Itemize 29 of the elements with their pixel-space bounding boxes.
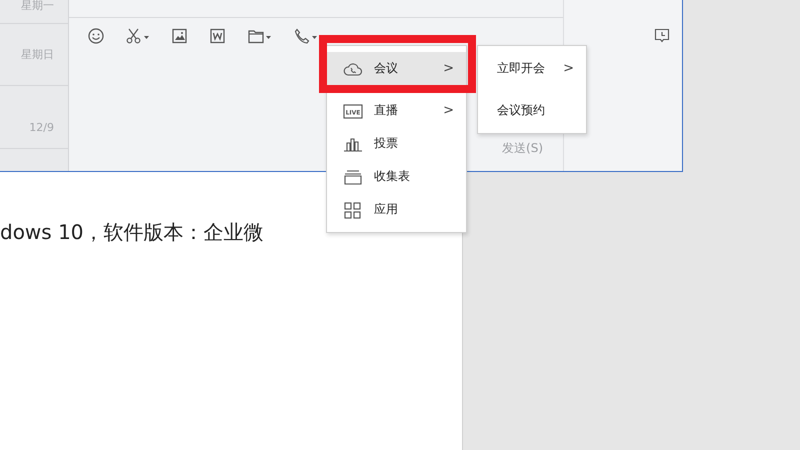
document-icon[interactable] <box>210 28 226 44</box>
menu-item-label: 会议预约 <box>497 102 546 119</box>
submenu-arrow: > <box>443 103 454 118</box>
menu-item-label: 应用 <box>374 201 399 218</box>
menu-item[interactable]: 收集表 <box>327 160 466 193</box>
date-label: 星期日 <box>21 47 54 62</box>
document-text: dows 10，软件版本：企业微 <box>0 219 265 246</box>
emoji-icon[interactable] <box>88 28 104 44</box>
date-label: 12/9 <box>29 121 54 134</box>
date-label: 星期一 <box>21 0 54 13</box>
tray-icon <box>343 168 363 186</box>
menu-item-label: 投票 <box>374 135 399 152</box>
menu-item[interactable]: 投票 <box>327 127 466 160</box>
menu-item-label: 直播 <box>374 102 399 119</box>
menu-item[interactable]: 立即开会 > <box>478 52 586 85</box>
menu-item-label: 会议 <box>374 60 399 77</box>
menu-item[interactable]: 会议 > <box>327 52 466 85</box>
scissors-dropdown-icon[interactable] <box>126 28 150 44</box>
menu-item-label: 立即开会 <box>497 60 546 77</box>
image-icon[interactable] <box>172 28 188 44</box>
menu-item[interactable]: 应用 <box>327 193 466 226</box>
message-clock-icon[interactable] <box>654 28 670 44</box>
grid-icon <box>343 200 363 218</box>
menu-item-label: 收集表 <box>374 168 411 185</box>
menu-item[interactable]: 会议预约 <box>478 94 586 127</box>
submenu-arrow: > <box>443 61 454 76</box>
phone-dropdown-icon[interactable] <box>294 28 318 44</box>
folder-dropdown-icon[interactable] <box>248 28 272 44</box>
submenu-arrow: > <box>563 61 574 76</box>
